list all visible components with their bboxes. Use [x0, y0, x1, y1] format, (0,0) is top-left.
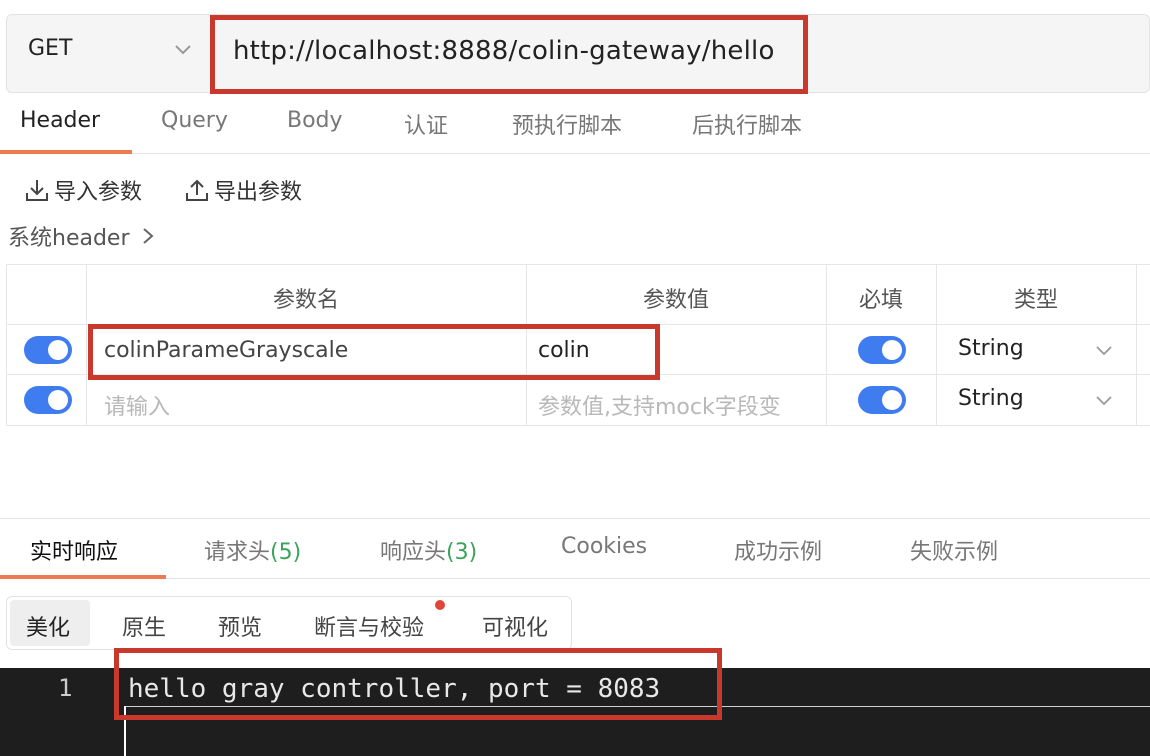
row-enable-toggle[interactable] — [24, 336, 72, 364]
method-select[interactable]: GET — [28, 36, 72, 61]
chevron-right-icon — [142, 228, 154, 244]
tab-header[interactable]: Header — [20, 108, 100, 133]
tab-response-headers[interactable]: 响应头(3) — [380, 534, 477, 566]
view-mode-raw[interactable]: 原生 — [122, 610, 166, 642]
tab-pre-script[interactable]: 预执行脚本 — [512, 108, 622, 140]
response-divider — [0, 518, 1150, 519]
response-headers-label: 响应头 — [380, 540, 447, 565]
chevron-down-icon[interactable] — [172, 38, 194, 60]
row-enable-toggle[interactable] — [24, 386, 72, 414]
chevron-down-icon[interactable] — [1094, 390, 1114, 410]
tab-query[interactable]: Query — [161, 108, 228, 133]
type-select[interactable]: String — [958, 336, 1024, 361]
param-highlight-box — [88, 324, 660, 380]
response-headers-count: (3) — [446, 540, 478, 565]
request-headers-count: (5) — [270, 540, 302, 565]
request-headers-label: 请求头 — [204, 540, 271, 565]
tab-body[interactable]: Body — [287, 108, 343, 133]
column-header-value: 参数值 — [642, 288, 709, 313]
upload-icon — [186, 179, 208, 201]
notification-dot — [435, 600, 445, 610]
import-params-button[interactable]: 导入参数 — [24, 174, 142, 206]
param-name-placeholder[interactable]: 请输入 — [104, 389, 170, 421]
tab-realtime-response[interactable]: 实时响应 — [30, 534, 118, 566]
column-header-type: 类型 — [1013, 288, 1058, 313]
tab-auth[interactable]: 认证 — [404, 108, 448, 140]
tab-post-script[interactable]: 后执行脚本 — [692, 108, 802, 140]
tab-divider — [0, 153, 1150, 154]
response-highlight-box — [114, 648, 722, 720]
param-value-placeholder[interactable]: 参数值,支持mock字段变 — [538, 389, 781, 421]
tab-success-example[interactable]: 成功示例 — [734, 534, 822, 566]
tab-cookies[interactable]: Cookies — [561, 534, 647, 559]
column-header-required: 必填 — [858, 288, 903, 313]
column-header-name: 参数名 — [272, 288, 339, 313]
url-highlight-box — [210, 15, 808, 94]
tab-fail-example[interactable]: 失败示例 — [910, 534, 998, 566]
view-mode-preview[interactable]: 预览 — [218, 610, 262, 642]
line-number: 1 — [58, 674, 73, 702]
response-tab-divider — [0, 578, 1150, 579]
chevron-down-icon[interactable] — [1094, 340, 1114, 360]
view-mode-pretty[interactable]: 美化 — [26, 610, 70, 642]
required-toggle[interactable] — [858, 386, 906, 414]
view-mode-assertion[interactable]: 断言与校验 — [314, 610, 424, 642]
type-select[interactable]: String — [958, 386, 1024, 411]
import-params-label: 导入参数 — [54, 180, 143, 205]
tab-request-headers[interactable]: 请求头(5) — [204, 534, 301, 566]
system-header-toggle[interactable]: 系统header — [8, 220, 156, 252]
view-mode-visualize[interactable]: 可视化 — [482, 610, 548, 642]
system-header-label: 系统header — [8, 226, 130, 251]
export-params-button[interactable]: 导出参数 — [184, 174, 302, 206]
export-params-label: 导出参数 — [214, 180, 303, 205]
download-icon — [26, 180, 48, 201]
active-response-tab-indicator — [0, 575, 166, 579]
required-toggle[interactable] — [858, 336, 906, 364]
active-tab-indicator — [0, 150, 132, 154]
